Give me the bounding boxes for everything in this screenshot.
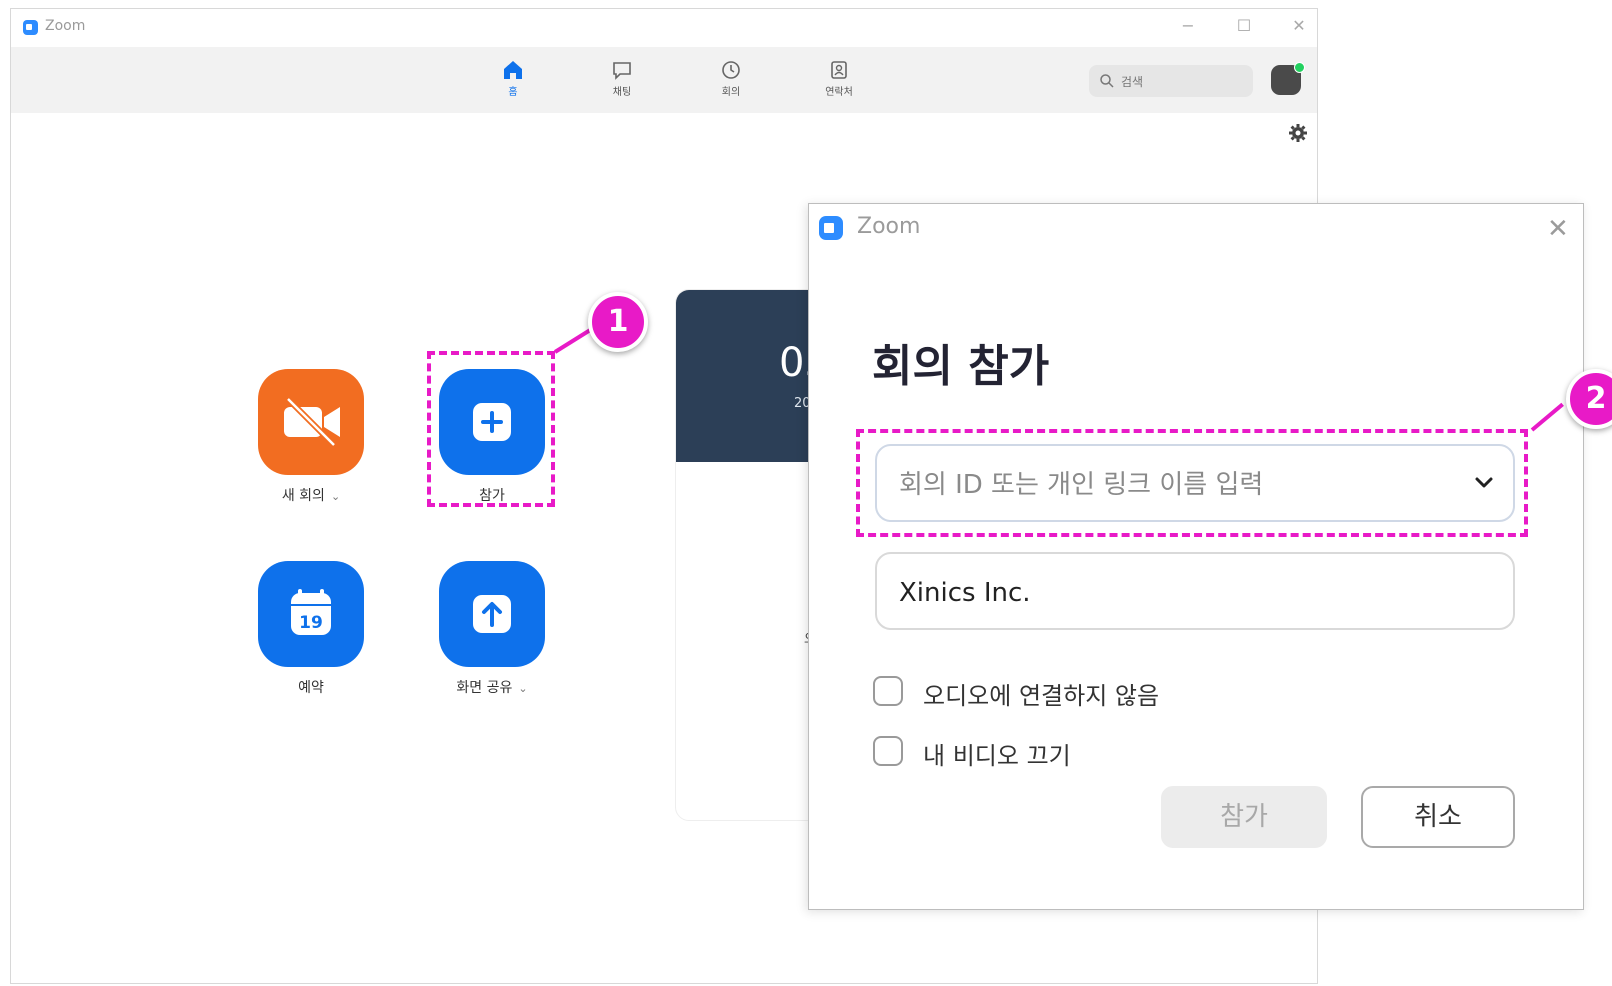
zoom-logo-icon xyxy=(23,20,38,35)
dialog-close-button[interactable]: ✕ xyxy=(1547,214,1569,244)
tab-chat[interactable]: 채팅 xyxy=(582,55,662,98)
no-audio-label: 오디오에 연결하지 않음 xyxy=(923,682,1160,710)
display-name-input[interactable] xyxy=(897,574,1461,612)
search-icon xyxy=(1100,74,1114,88)
new-meeting-button[interactable] xyxy=(258,369,364,475)
clock-icon xyxy=(722,61,740,79)
home-icon xyxy=(504,61,522,79)
share-screen-button[interactable] xyxy=(439,561,545,667)
display-name-field[interactable] xyxy=(875,552,1515,630)
tab-meetings[interactable]: 회의 xyxy=(691,55,771,98)
schedule-label: 예약 xyxy=(298,680,324,696)
join-button-highlight xyxy=(427,351,555,507)
tab-chat-label: 채팅 xyxy=(612,87,632,98)
chat-icon xyxy=(613,62,631,80)
main-titlebar: Zoom − ☐ ✕ xyxy=(11,9,1317,47)
meeting-id-highlight xyxy=(856,429,1528,537)
join-meeting-dialog: Zoom ✕ 회의 참가 오디오에 연결하지 않음 내 비디오 끄기 참가 취소 xyxy=(808,203,1584,910)
contacts-icon xyxy=(831,61,847,79)
video-off-icon xyxy=(284,396,340,448)
share-screen-caption: 화면 공유 ⌄ xyxy=(437,677,547,697)
cancel-button[interactable]: 취소 xyxy=(1361,786,1515,848)
share-screen-action: 화면 공유 ⌄ xyxy=(437,561,547,697)
schedule-action: 19 예약 xyxy=(256,561,366,697)
minimize-button[interactable]: − xyxy=(1177,15,1199,37)
no-audio-checkbox[interactable] xyxy=(873,676,903,706)
main-window-title: Zoom xyxy=(45,18,86,34)
new-meeting-caption: 새 회의 ⌄ xyxy=(256,485,366,505)
video-off-checkbox[interactable] xyxy=(873,736,903,766)
chevron-down-icon[interactable]: ⌄ xyxy=(518,682,527,695)
chevron-down-icon[interactable]: ⌄ xyxy=(331,490,340,503)
calendar-day: 19 xyxy=(299,613,323,633)
step-1-badge: 1 xyxy=(588,292,648,352)
tab-contacts[interactable]: 연락처 xyxy=(799,55,879,98)
share-screen-label: 화면 공유 xyxy=(456,680,513,696)
tab-home-label: 홈 xyxy=(508,87,518,98)
new-meeting-label: 새 회의 xyxy=(281,488,325,504)
search-box[interactable] xyxy=(1089,65,1253,97)
new-meeting-action: 새 회의 ⌄ xyxy=(256,369,366,505)
gear-icon[interactable] xyxy=(1287,122,1309,144)
share-screen-icon xyxy=(473,595,511,633)
zoom-logo-icon xyxy=(819,216,843,240)
tab-meetings-label: 회의 xyxy=(721,87,741,98)
online-status-badge xyxy=(1294,62,1305,73)
video-off-label: 내 비디오 끄기 xyxy=(923,742,1071,770)
schedule-button[interactable]: 19 xyxy=(258,561,364,667)
tab-home[interactable]: 홈 xyxy=(473,55,553,98)
dialog-title: Zoom xyxy=(857,214,921,239)
join-button[interactable]: 참가 xyxy=(1161,786,1327,848)
close-window-button[interactable]: ✕ xyxy=(1288,15,1310,37)
dialog-heading: 회의 참가 xyxy=(872,341,1050,392)
search-input[interactable] xyxy=(1119,71,1243,93)
maximize-button[interactable]: ☐ xyxy=(1233,15,1255,37)
top-navbar: 홈 채팅 회의 연락처 xyxy=(11,47,1317,113)
tab-contacts-label: 연락처 xyxy=(825,87,853,98)
